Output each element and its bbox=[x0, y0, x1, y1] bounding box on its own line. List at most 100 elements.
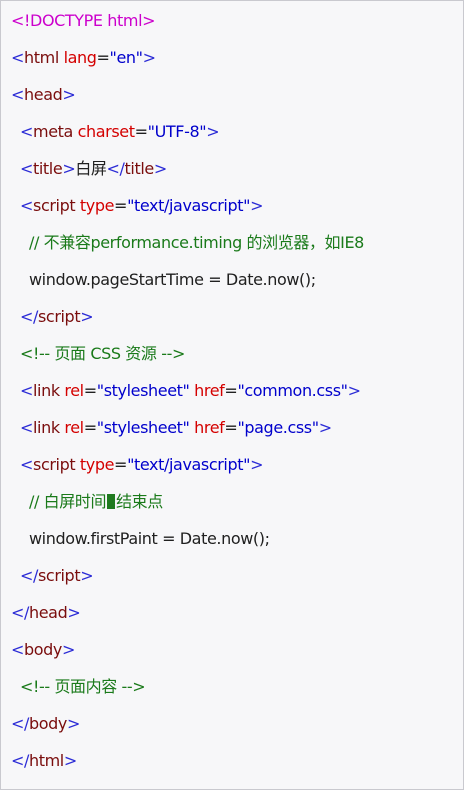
code-token-bracket: < bbox=[20, 159, 34, 178]
code-token-bracket: > bbox=[62, 85, 76, 104]
code-token-attr: type bbox=[79, 455, 115, 474]
code-token-tag: title bbox=[33, 159, 63, 178]
code-token-tag: body bbox=[29, 714, 67, 733]
code-token-text: 白屏 bbox=[75, 159, 107, 178]
code-token-bracket: < bbox=[20, 196, 34, 215]
code-line: <meta charset="UTF-8"> bbox=[20, 117, 220, 147]
code-line: window.firstPaint = Date.now(); bbox=[29, 524, 270, 554]
code-token-comment: <!-- 页面 CSS 资源 --> bbox=[20, 344, 185, 363]
code-token-comment: // 不兼容performance.timing 的浏览器，如IE8 bbox=[29, 233, 364, 252]
code-token-bracket: < bbox=[20, 381, 34, 400]
code-token-text: = bbox=[114, 196, 128, 215]
code-token-tag: title bbox=[124, 159, 155, 178]
code-line: </body> bbox=[11, 709, 80, 739]
code-token-bracket: < bbox=[20, 455, 34, 474]
code-token-bracket: < bbox=[11, 85, 25, 104]
code-token-bracket: > bbox=[63, 751, 77, 770]
code-token-bracket: > bbox=[250, 196, 264, 215]
code-line: <script type="text/javascript"> bbox=[20, 450, 263, 480]
code-line: <!-- 页面 CSS 资源 --> bbox=[20, 339, 185, 369]
code-line: <body> bbox=[11, 635, 75, 665]
code-token-bracket: > bbox=[206, 122, 220, 141]
code-token-text: = bbox=[83, 418, 97, 437]
code-token-tag: html bbox=[24, 48, 59, 67]
code-token-text: = bbox=[224, 418, 238, 437]
code-token-attr: type bbox=[79, 196, 115, 215]
code-token-bracket: > bbox=[80, 307, 94, 326]
code-token-text: = bbox=[134, 122, 148, 141]
code-token-value: "page.css" bbox=[237, 418, 319, 437]
code-line: // 不兼容performance.timing 的浏览器，如IE8 bbox=[29, 228, 364, 258]
code-token-tag: link bbox=[33, 418, 60, 437]
code-token-attr: lang bbox=[63, 48, 97, 67]
code-token-text: = bbox=[114, 455, 128, 474]
code-token-tag: meta bbox=[33, 122, 73, 141]
code-line: // 白屏时间 结束点 bbox=[29, 487, 163, 517]
code-line: </script> bbox=[20, 561, 94, 591]
code-token-bracket: > bbox=[66, 714, 80, 733]
code-token-tag: script bbox=[33, 196, 76, 215]
code-token-attr: href bbox=[194, 418, 225, 437]
code-token-bracket: < bbox=[11, 48, 25, 67]
code-token-comment: 结束点 bbox=[116, 492, 163, 511]
code-token-bracket: </ bbox=[11, 603, 29, 622]
code-token-text: = bbox=[224, 381, 238, 400]
code-token-attr: rel bbox=[64, 381, 84, 400]
code-token-bracket: > bbox=[142, 48, 156, 67]
code-line: <script type="text/javascript"> bbox=[20, 191, 263, 221]
code-line: <!-- 页面内容 --> bbox=[20, 672, 146, 702]
code-line: </script> bbox=[20, 302, 94, 332]
code-token-doctype-bracket: > bbox=[142, 11, 156, 30]
code-token-bracket: > bbox=[153, 159, 167, 178]
code-token-bracket: > bbox=[62, 159, 76, 178]
code-line: </head> bbox=[11, 598, 81, 628]
code-listing: <!DOCTYPE html> <html lang="en"> <head> <me… bbox=[1, 1, 463, 789]
code-line: </html> bbox=[11, 746, 77, 776]
code-token-value: "stylesheet" bbox=[96, 381, 190, 400]
code-token-bracket: > bbox=[62, 640, 76, 659]
code-token-tag: html bbox=[29, 751, 64, 770]
code-token-tag: head bbox=[29, 603, 68, 622]
code-token-bracket: </ bbox=[106, 159, 125, 178]
code-token-bracket: </ bbox=[20, 566, 38, 585]
code-token-bracket: < bbox=[11, 640, 25, 659]
code-token-bracket: > bbox=[80, 566, 94, 585]
code-token-doctype-text: DOCTYPE html bbox=[30, 11, 143, 30]
code-token-bracket: </ bbox=[11, 714, 29, 733]
code-token-tag: body bbox=[24, 640, 62, 659]
code-token-tag: script bbox=[38, 307, 81, 326]
code-token-value: "stylesheet" bbox=[96, 418, 190, 437]
code-token-bracket: </ bbox=[11, 751, 29, 770]
code-token-doctype-bracket: <! bbox=[11, 11, 31, 30]
code-token-value: "text/javascript" bbox=[127, 455, 251, 474]
code-line: window.pageStartTime = Date.now(); bbox=[29, 265, 316, 295]
code-token-text: = bbox=[83, 381, 97, 400]
code-token-tag: link bbox=[33, 381, 60, 400]
code-token-text: window.firstPaint = Date.now(); bbox=[29, 529, 270, 548]
text-cursor-icon bbox=[107, 494, 116, 509]
code-token-comment: <!-- 页面内容 --> bbox=[20, 677, 146, 696]
code-line: <link rel="stylesheet" href="common.css"… bbox=[20, 376, 361, 406]
code-token-bracket: </ bbox=[20, 307, 38, 326]
code-token-bracket: > bbox=[347, 381, 361, 400]
code-line: <html lang="en"> bbox=[11, 43, 156, 73]
code-token-bracket: > bbox=[318, 418, 332, 437]
code-token-value: "common.css" bbox=[237, 381, 348, 400]
code-token-value: "text/javascript" bbox=[127, 196, 251, 215]
code-token-value: "en" bbox=[109, 48, 144, 67]
code-line: <!DOCTYPE html> bbox=[11, 6, 156, 36]
code-token-bracket: < bbox=[20, 418, 34, 437]
code-token-tag: script bbox=[38, 566, 81, 585]
code-token-text: = bbox=[96, 48, 110, 67]
code-block-panel: <!DOCTYPE html> <html lang="en"> <head> <me… bbox=[0, 0, 464, 790]
code-token-bracket: < bbox=[20, 122, 34, 141]
code-line: <head> bbox=[11, 80, 76, 110]
code-line: <link rel="stylesheet" href="page.css"> bbox=[20, 413, 332, 443]
code-token-value: "UTF-8" bbox=[147, 122, 207, 141]
code-line: <title>白屏</title> bbox=[20, 154, 167, 184]
code-token-attr: rel bbox=[64, 418, 84, 437]
code-token-text: window.pageStartTime = Date.now(); bbox=[29, 270, 316, 289]
code-token-attr: charset bbox=[77, 122, 135, 141]
code-token-attr: href bbox=[194, 381, 225, 400]
code-token-bracket: > bbox=[250, 455, 264, 474]
